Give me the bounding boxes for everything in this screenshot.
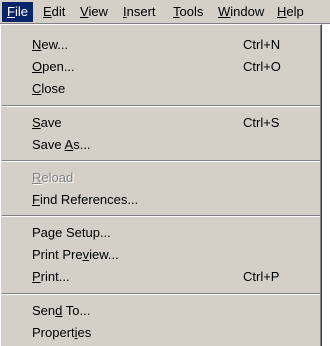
menu-item-send-to[interactable]: Send To... — [2, 300, 320, 322]
menu-item-print-preview[interactable]: Print Preview... — [2, 244, 320, 266]
menu-insert[interactable]: Insert — [118, 2, 161, 22]
menu-file[interactable]: File — [2, 2, 33, 22]
menu-item-label: Find References... — [32, 192, 139, 207]
menu-item-properties[interactable]: Properties — [2, 322, 320, 344]
menu-item-label: Print... — [32, 269, 70, 284]
menu-item-label: Reload — [32, 170, 74, 185]
menu-tools[interactable]: Tools — [168, 2, 208, 22]
file-menu-dropdown: New... Ctrl+N Open... Ctrl+O Close Save … — [0, 24, 322, 346]
menu-item-label: Properties — [32, 325, 92, 340]
shortcut-label: Ctrl+O — [243, 59, 281, 74]
menu-item-find-references[interactable]: Find References... — [2, 189, 320, 211]
menu-item-page-setup[interactable]: Page Setup... — [2, 222, 320, 244]
menu-item-label: New... — [32, 37, 69, 52]
shortcut-label: Ctrl+N — [243, 37, 281, 52]
shortcut-label: Ctrl+S — [243, 115, 280, 130]
menu-item-open[interactable]: Open... Ctrl+O — [2, 56, 320, 78]
menu-window[interactable]: Window — [213, 2, 269, 22]
menu-item-label: Save — [32, 115, 62, 130]
menu-edit[interactable]: Edit — [38, 2, 70, 22]
shortcut-label: Ctrl+P — [243, 269, 280, 284]
menu-help[interactable]: Help — [272, 2, 309, 22]
menu-separator — [2, 215, 320, 217]
menu-item-new[interactable]: New... Ctrl+N — [2, 34, 320, 56]
menu-item-save-as[interactable]: Save As... — [2, 134, 320, 156]
menu-item-label: Page Setup... — [32, 225, 111, 240]
menu-item-label: Send To... — [32, 303, 91, 318]
menu-view[interactable]: View — [75, 2, 113, 22]
menu-item-label: Print Preview... — [32, 247, 119, 262]
menu-item-label: Close — [32, 81, 66, 96]
menu-separator — [2, 293, 320, 295]
menu-separator — [2, 105, 320, 107]
menu-item-reload: Reload — [2, 167, 320, 189]
menu-item-save[interactable]: Save Ctrl+S — [2, 112, 320, 134]
menu-separator — [2, 160, 320, 162]
menu-item-close[interactable]: Close — [2, 78, 320, 100]
menu-bar: File Edit View Insert Tools Window Help — [0, 0, 330, 24]
menu-item-label: Open... — [32, 59, 75, 74]
menu-item-label: Save As... — [32, 137, 91, 152]
menu-item-print[interactable]: Print... Ctrl+P — [2, 266, 320, 288]
